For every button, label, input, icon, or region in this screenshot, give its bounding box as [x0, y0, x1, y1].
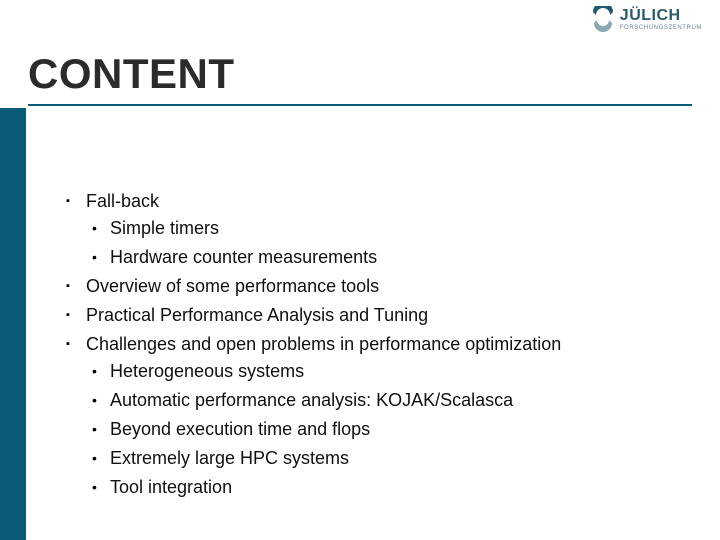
slide: JÜLICH FORSCHUNGSZENTRUM CONTENT Fall-ba…: [0, 0, 720, 540]
title-underline: [28, 104, 692, 106]
item-text: Challenges and open problems in performa…: [86, 334, 561, 354]
list-subitem: Beyond execution time and flops: [86, 416, 690, 443]
body-content: Fall-back Simple timers Hardware counter…: [66, 188, 690, 503]
subitem-text: Extremely large HPC systems: [110, 448, 349, 468]
subitem-text: Tool integration: [110, 477, 232, 497]
slide-title: CONTENT: [28, 50, 692, 98]
logo: JÜLICH FORSCHUNGSZENTRUM: [590, 6, 702, 32]
accent-column: [0, 108, 26, 540]
list-item: Overview of some performance tools: [66, 273, 690, 300]
list-item: Challenges and open problems in performa…: [66, 331, 690, 501]
subitem-text: Simple timers: [110, 218, 219, 238]
title-wrap: CONTENT: [28, 50, 692, 106]
logo-subtitle: FORSCHUNGSZENTRUM: [620, 25, 702, 31]
list-subitem: Hardware counter measurements: [86, 244, 690, 271]
item-text: Overview of some performance tools: [86, 276, 379, 296]
list-item: Practical Performance Analysis and Tunin…: [66, 302, 690, 329]
list-subitem: Tool integration: [86, 474, 690, 501]
logo-mark-icon: [590, 6, 616, 32]
item-text: Fall-back: [86, 191, 159, 211]
subitem-text: Automatic performance analysis: KOJAK/Sc…: [110, 390, 513, 410]
list-subitem: Simple timers: [86, 215, 690, 242]
list-item: Fall-back Simple timers Hardware counter…: [66, 188, 690, 271]
subitem-text: Hardware counter measurements: [110, 247, 377, 267]
list-subitem: Heterogeneous systems: [86, 358, 690, 385]
subitem-text: Beyond execution time and flops: [110, 419, 370, 439]
item-text: Practical Performance Analysis and Tunin…: [86, 305, 428, 325]
list-subitem: Extremely large HPC systems: [86, 445, 690, 472]
list-subitem: Automatic performance analysis: KOJAK/Sc…: [86, 387, 690, 414]
logo-name: JÜLICH: [620, 7, 681, 25]
subitem-text: Heterogeneous systems: [110, 361, 304, 381]
logo-text: JÜLICH FORSCHUNGSZENTRUM: [620, 7, 702, 31]
bullet-list: Fall-back Simple timers Hardware counter…: [66, 188, 690, 501]
